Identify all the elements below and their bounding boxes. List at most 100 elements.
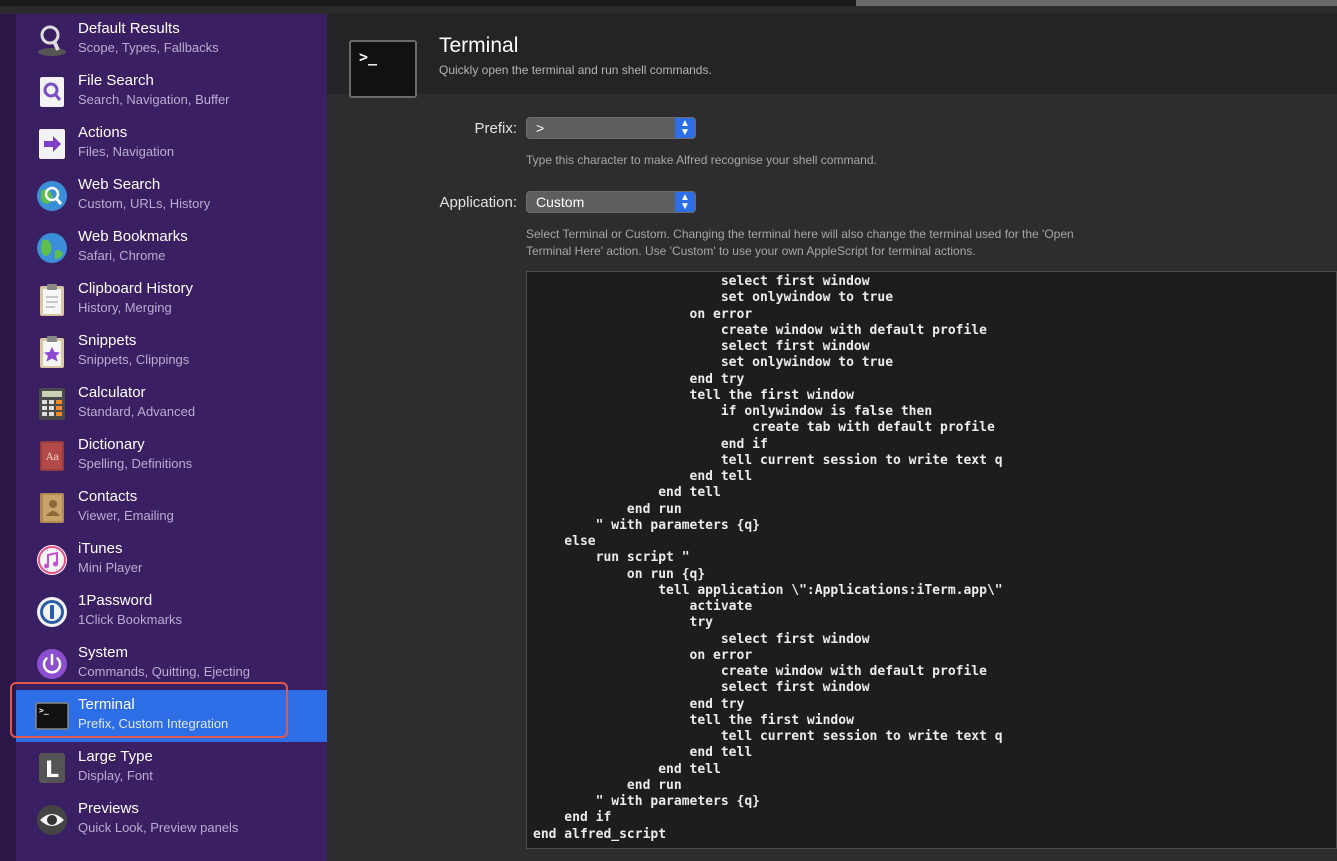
script-line: end try	[533, 371, 745, 387]
script-line: " with parameters {q}	[533, 517, 760, 533]
script-line: select first window	[533, 631, 870, 647]
sidebar-item-calculator[interactable]: Calculator Standard, Advanced	[16, 378, 327, 430]
script-line: select first window	[533, 680, 870, 696]
terminal-icon: >_	[34, 698, 70, 734]
1password-icon	[34, 594, 70, 630]
feature-header: >_ Terminal Quickly open the terminal an…	[327, 14, 1337, 98]
prefix-select[interactable]: > ▲ ▼	[526, 117, 696, 139]
sidebar-item-title: File Search	[78, 72, 154, 89]
application-label: Application:	[439, 194, 517, 211]
prefix-label: Prefix:	[474, 120, 517, 137]
sidebar-item-subtitle: History, Merging	[78, 300, 172, 315]
magnifier-icon	[34, 22, 70, 58]
sidebar-item-subtitle: Mini Player	[78, 560, 143, 575]
sidebar-item-subtitle: Prefix, Custom Integration	[78, 716, 229, 731]
sidebar-item-itunes[interactable]: iTunes Mini Player	[16, 534, 327, 586]
script-line: tell current session to write text q	[533, 452, 1003, 468]
sidebar-item-large-type[interactable]: L Large Type Display, Font	[16, 742, 327, 794]
large-type-icon: L	[34, 750, 70, 786]
script-line: run script "	[533, 550, 690, 566]
script-line: try	[533, 615, 714, 631]
sidebar-item-title: 1Password	[78, 592, 153, 609]
sidebar-item-title: Actions	[78, 124, 128, 141]
sidebar-item-previews[interactable]: Previews Quick Look, Preview panels	[16, 794, 327, 846]
sidebar-item-title: Contacts	[78, 488, 138, 505]
sidebar-item-snippets[interactable]: Snippets Snippets, Clippings	[16, 326, 327, 378]
sidebar-item-web-bookmarks[interactable]: Web Bookmarks Safari, Chrome	[16, 222, 327, 274]
sidebar-item-default-results[interactable]: Default Results Scope, Types, Fallbacks	[16, 14, 327, 66]
script-line: else	[533, 534, 596, 549]
script-line: end tell	[533, 485, 721, 501]
script-line: create window with default profile	[533, 664, 987, 679]
svg-text:L: L	[45, 758, 59, 783]
prefix-hint: Type this character to make Alfred recog…	[526, 153, 877, 167]
page-subtitle: Quickly open the terminal and run shell …	[439, 63, 712, 77]
top-strip	[0, 0, 1337, 6]
main-panel: >_ Terminal Quickly open the terminal an…	[327, 14, 1337, 861]
sidebar-item-web-search[interactable]: Web Search Custom, URLs, History	[16, 170, 327, 222]
sidebar-item-title: Calculator	[78, 384, 146, 401]
sidebar-item-dictionary[interactable]: Aa Dictionary Spelling, Definitions	[16, 430, 327, 482]
sidebar-item-title: Clipboard History	[78, 280, 194, 297]
script-line: end tell	[533, 745, 753, 761]
sidebar-item-subtitle: Search, Navigation, Buffer	[78, 92, 230, 107]
application-hint-line: Terminal Here' action. Use 'Custom' to u…	[526, 244, 976, 258]
sidebar-item-title: Snippets	[78, 332, 137, 349]
script-line: end if	[533, 810, 612, 826]
script-line: on error	[533, 647, 753, 663]
sidebar-item-1password[interactable]: 1Password 1Click Bookmarks	[16, 586, 327, 638]
sidebar-item-subtitle: Safari, Chrome	[78, 248, 166, 263]
sidebar-edge	[0, 14, 16, 861]
clipboard-icon	[34, 282, 70, 318]
application-hint: Select Terminal or Custom. Changing the …	[526, 226, 1074, 260]
script-editor[interactable]: select first window set onlywindow to tr…	[526, 271, 1337, 849]
arrow-icon	[34, 126, 70, 162]
sidebar-item-subtitle: Display, Font	[78, 768, 153, 783]
sidebar-item-terminal[interactable]: >_ Terminal Prefix, Custom Integration	[16, 690, 327, 742]
sidebar-item-title: Previews	[78, 800, 139, 817]
script-line: end run	[533, 501, 682, 517]
sidebar-item-actions[interactable]: Actions Files, Navigation	[16, 118, 327, 170]
calculator-icon	[34, 386, 70, 422]
eye-icon	[34, 802, 70, 838]
file-search-icon	[34, 74, 70, 110]
script-line: set onlywindow to true	[533, 355, 894, 371]
script-line: activate	[533, 599, 753, 614]
sidebar-item-subtitle: Viewer, Emailing	[78, 508, 174, 523]
snippets-icon	[34, 334, 70, 370]
sidebar-item-subtitle: Commands, Quitting, Ejecting	[78, 664, 250, 679]
globe-search-icon	[34, 178, 70, 214]
script-line: end tell	[533, 761, 721, 777]
contacts-icon	[34, 490, 70, 526]
sidebar-item-subtitle: Snippets, Clippings	[78, 352, 190, 367]
sidebar-item-title: Default Results	[78, 20, 180, 37]
sidebar-item-system[interactable]: System Commands, Quitting, Ejecting	[16, 638, 327, 690]
sidebar-item-subtitle: Custom, URLs, History	[78, 196, 211, 211]
sidebar-item-subtitle: Spelling, Definitions	[78, 456, 193, 471]
application-select[interactable]: Custom ▲ ▼	[526, 191, 696, 213]
script-line: " with parameters {q}	[533, 794, 760, 809]
sidebar-item-title: System	[78, 644, 129, 661]
updown-chevron-icon: ▲ ▼	[675, 118, 695, 138]
script-line: create window with default profile	[533, 322, 987, 338]
page-title: Terminal	[439, 34, 519, 57]
terminal-glyph: >_	[359, 48, 378, 66]
sidebar-item-title: Web Bookmarks	[78, 228, 188, 245]
sidebar-item-clipboard-history[interactable]: Clipboard History History, Merging	[16, 274, 327, 326]
script-line: select first window	[533, 339, 870, 354]
script-line: create tab with default profile	[533, 420, 995, 436]
script-line: tell application \":Applications:iTerm.a…	[533, 582, 1003, 598]
script-line: end run	[533, 777, 682, 793]
sidebar-item-subtitle: Scope, Types, Fallbacks	[78, 40, 219, 55]
sidebar-item-contacts[interactable]: Contacts Viewer, Emailing	[16, 482, 327, 534]
application-hint-line: Select Terminal or Custom. Changing the …	[526, 227, 1074, 241]
script-line: end tell	[533, 469, 753, 484]
top-strip-light	[856, 0, 1337, 6]
sidebar-item-title: iTunes	[78, 540, 123, 557]
sidebar-item-file-search[interactable]: File Search Search, Navigation, Buffer	[16, 66, 327, 118]
script-text: select first window set onlywindow to tr…	[533, 274, 1003, 843]
dictionary-icon: Aa	[34, 438, 70, 474]
script-line: tell current session to write text q	[533, 729, 1003, 744]
script-line: if onlywindow is false then	[533, 404, 933, 419]
script-line: set onlywindow to true	[533, 290, 894, 306]
